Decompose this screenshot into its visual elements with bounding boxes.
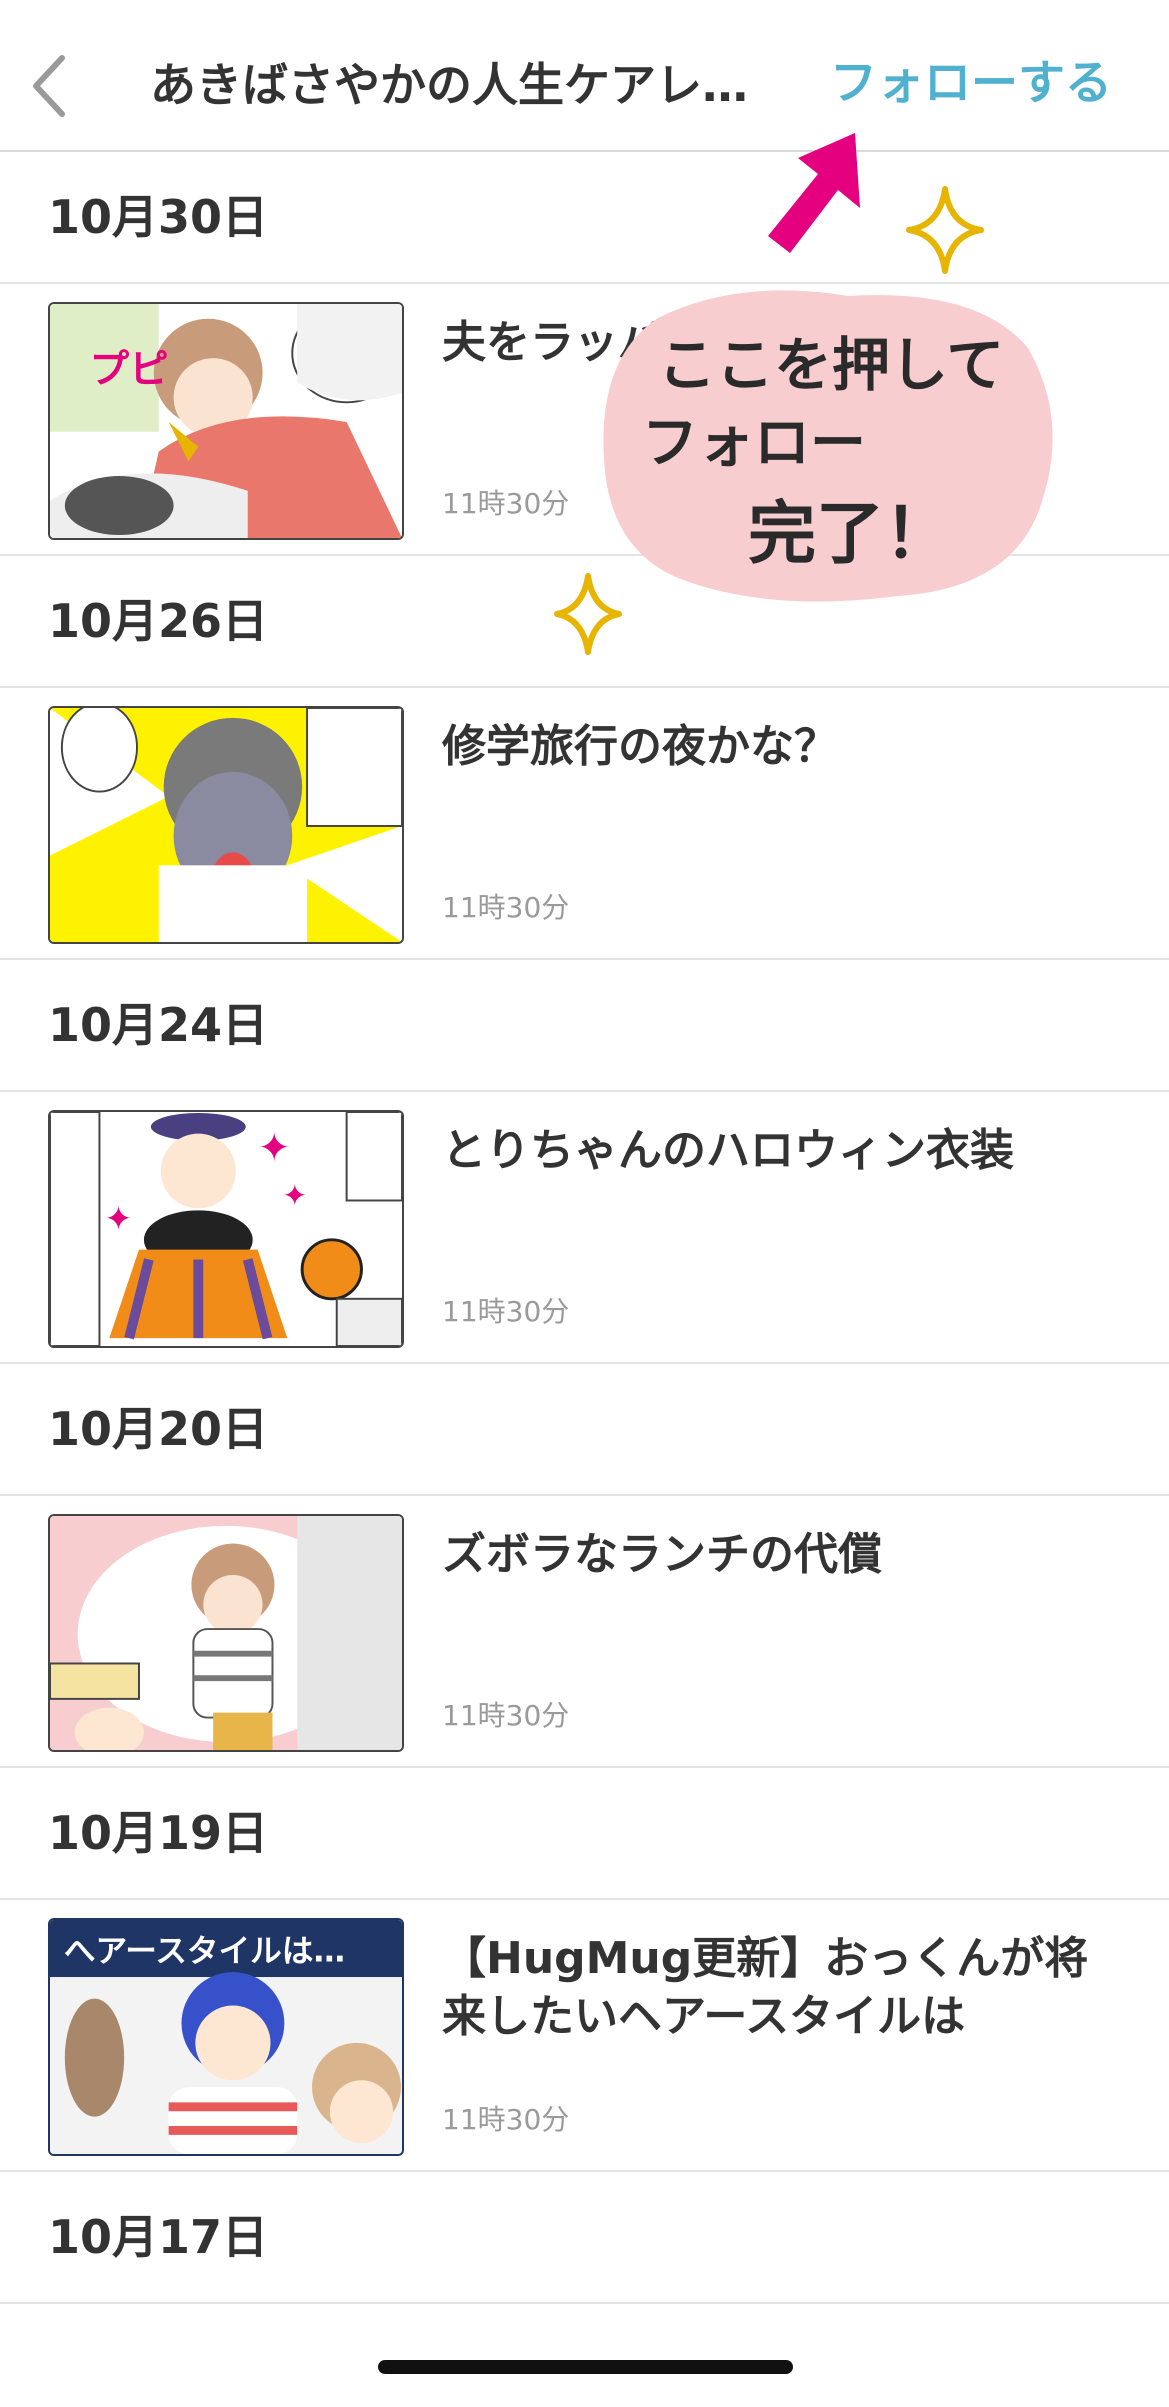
manga-shout-thumbnail [48,706,404,944]
date-label: 10月26日 [48,594,269,648]
instruction-callout: ここを押して フォロー 完了！ [598,278,1060,610]
date-label: 10月19日 [48,1806,269,1860]
date-header: 10月19日 [0,1768,1169,1900]
page-title: あきばさやかの人生ケアレ… [150,58,748,112]
callout-line-3: 完了！ [748,495,953,574]
date-header: 10月20日 [0,1364,1169,1496]
article-time: 11時30分 [442,891,570,924]
date-label: 10月20日 [48,1402,269,1456]
article-time: 11時30分 [442,1699,570,1732]
app-header: あきばさやかの人生ケアレ… フォローする [0,0,1169,152]
home-indicator[interactable] [378,2360,793,2374]
back-button[interactable] [18,46,78,126]
pointer-arrow-icon [768,133,860,253]
article-time: 11時30分 [442,2103,570,2136]
svg-text:✦: ✦ [104,1199,132,1238]
manga-lunch-thumbnail [48,1514,404,1752]
article-time: 11時30分 [442,487,570,520]
follow-button[interactable]: フォローする [830,48,1140,120]
date-label: 10月30日 [48,190,269,244]
date-header: 10月30日 [0,152,1169,284]
chevron-left-icon [33,55,65,117]
article-title: ズボラなランチの代償 [442,1529,882,1580]
article-title: とりちゃんのハロウィン衣装 [442,1125,1014,1176]
date-header: 10月17日 [0,2172,1169,2304]
article-title: 【HugMug更新】おっくんが将来したいヘアースタイルは [442,1933,1089,2042]
svg-text:プピ: プピ [90,347,169,393]
article-item[interactable]: 修学旅行の夜かな？ 11時30分 [0,688,1169,960]
article-title: 修学旅行の夜かな？ [442,721,838,772]
manga-trumpet-thumbnail: プピ [48,302,404,540]
manga-hairstyle-thumbnail: へアースタイルは… [48,1918,404,2156]
svg-text:✦: ✦ [258,1125,291,1171]
date-label: 10月17日 [48,2210,269,2264]
manga-halloween-thumbnail: ✦ ✦ ✦ [48,1110,404,1348]
svg-text:✦: ✦ [282,1178,307,1212]
svg-text:へアースタイルは…: へアースタイルは… [64,1933,345,1969]
date-label: 10月24日 [48,998,269,1052]
article-item[interactable]: へアースタイルは… 【HugMug更新】おっくんが将来したいヘアースタイルは 1… [0,1900,1169,2172]
article-item[interactable]: ズボラなランチの代償 11時30分 [0,1496,1169,1768]
sparkle-icon [906,186,984,274]
article-time: 11時30分 [442,1295,570,1328]
callout-line-2: フォロー [642,411,866,476]
date-header: 10月24日 [0,960,1169,1092]
callout-line-1: ここを押して [658,331,1005,399]
article-item[interactable]: ✦ ✦ ✦ とりちゃんのハロウィン衣装 11時30分 [0,1092,1169,1364]
